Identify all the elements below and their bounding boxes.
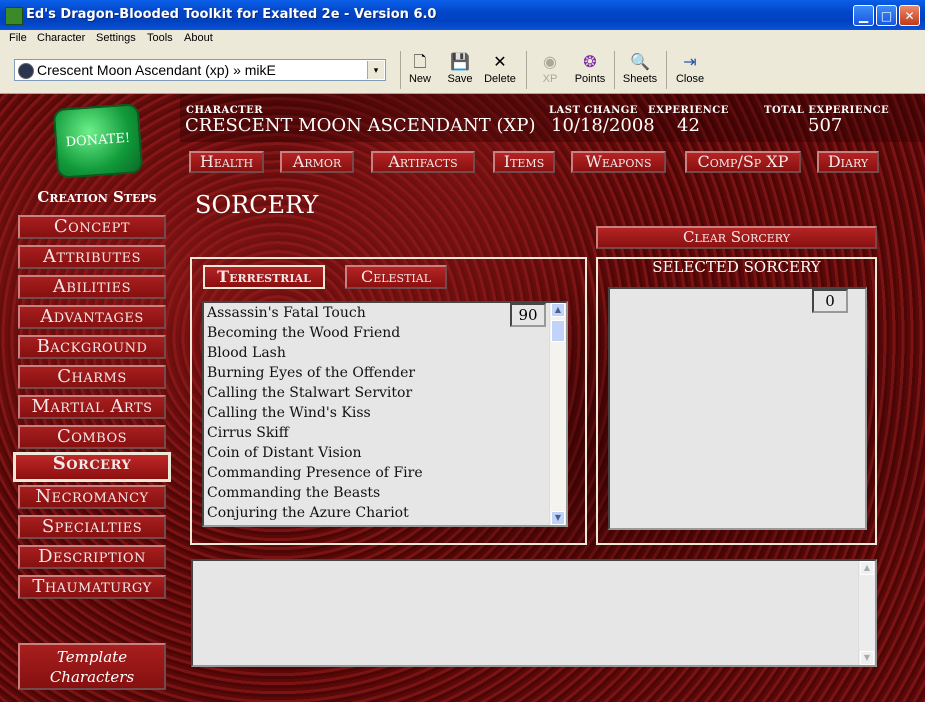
step-charms[interactable]: Charms: [18, 365, 166, 389]
points-label: Points: [574, 73, 606, 85]
creation-steps-title: Creation Steps: [37, 188, 157, 206]
sheets-icon: 🔍: [630, 54, 650, 71]
xp-button[interactable]: ◉ XP: [528, 52, 572, 90]
step-concept[interactable]: Concept: [18, 215, 166, 239]
toolbar-separator: [666, 51, 667, 89]
step-martial-arts[interactable]: Martial Arts: [18, 395, 166, 419]
points-icon: ❂: [583, 54, 597, 71]
menu-tools[interactable]: Tools: [147, 32, 173, 44]
list-item[interactable]: Blood Lash: [204, 343, 566, 363]
menu-about[interactable]: About: [184, 32, 213, 44]
menu-character[interactable]: Character: [37, 32, 85, 44]
list-item[interactable]: Cirrus Skiff: [204, 423, 566, 443]
scroll-up-icon[interactable]: ▲: [551, 303, 565, 317]
list-item[interactable]: Conjuring the Azure Chariot: [204, 503, 566, 523]
tab-terrestrial[interactable]: Terrestrial: [203, 265, 325, 289]
tab-celestial[interactable]: Celestial: [345, 265, 447, 289]
tab-weapons[interactable]: Weapons: [571, 151, 666, 173]
scroll-down-icon[interactable]: ▼: [551, 511, 565, 525]
available-count: 90: [510, 303, 546, 327]
step-background[interactable]: Background: [18, 335, 166, 359]
list-item[interactable]: Commanding Presence of Fire: [204, 463, 566, 483]
new-label: New: [408, 73, 431, 85]
step-thaumaturgy[interactable]: Thaumaturgy: [18, 575, 166, 599]
tab-artifacts[interactable]: Artifacts: [371, 151, 475, 173]
donate-button[interactable]: DONATE!: [52, 103, 144, 179]
experience-value: 42: [677, 115, 700, 136]
sheets-label: Sheets: [622, 73, 658, 85]
template-characters-button[interactable]: Template Characters: [18, 643, 166, 690]
menu-bar: File Character Settings Tools About: [0, 30, 925, 48]
tab-comp-sp-xp[interactable]: Comp/Sp XP: [685, 151, 801, 173]
character-name: CRESCENT MOON ASCENDANT (XP): [185, 115, 536, 136]
character-select[interactable]: Crescent Moon Ascendant (xp) » mikE ▾: [14, 59, 386, 81]
step-abilities[interactable]: Abilities: [18, 275, 166, 299]
maximize-button[interactable]: □: [876, 5, 897, 26]
total-experience-value: 507: [808, 115, 843, 136]
new-button[interactable]: 🗋 New: [398, 52, 442, 90]
new-document-icon: 🗋: [413, 54, 427, 71]
description-scrollbar[interactable]: ▲ ▼: [858, 561, 875, 665]
sorcery-content: SORCERY Clear Sorcery Terrestrial Celest…: [180, 186, 915, 702]
clear-sorcery-button[interactable]: Clear Sorcery: [596, 226, 877, 249]
character-header: CHARACTER CRESCENT MOON ASCENDANT (XP) L…: [180, 94, 925, 142]
tab-health[interactable]: Health: [189, 151, 264, 173]
step-advantages[interactable]: Advantages: [18, 305, 166, 329]
tab-diary[interactable]: Diary: [817, 151, 879, 173]
main-area: CHARACTER CRESCENT MOON ASCENDANT (XP) L…: [0, 94, 925, 702]
exit-door-icon: ⇥: [683, 54, 697, 71]
menu-settings[interactable]: Settings: [96, 32, 136, 44]
list-item[interactable]: Commanding the Beasts: [204, 483, 566, 503]
scroll-down-icon[interactable]: ▼: [860, 651, 874, 665]
step-combos[interactable]: Combos: [18, 425, 166, 449]
delete-label: Delete: [484, 73, 516, 85]
selected-sorcery-list[interactable]: 0: [608, 287, 867, 530]
scroll-up-icon[interactable]: ▲: [860, 561, 874, 575]
toolbar-separator: [526, 51, 527, 89]
close-window-button[interactable]: ✕: [899, 5, 920, 26]
delete-button[interactable]: ✕ Delete: [478, 52, 522, 90]
title-bar: Ed's Dragon-Blooded Toolkit for Exalted …: [0, 0, 925, 30]
list-item[interactable]: Coin of Distant Vision: [204, 443, 566, 463]
page-title: SORCERY: [195, 191, 319, 219]
tab-armor[interactable]: Armor: [280, 151, 354, 173]
close-button[interactable]: ⇥ Close: [668, 52, 712, 90]
step-necromancy[interactable]: Necromancy: [18, 485, 166, 509]
step-specialties[interactable]: Specialties: [18, 515, 166, 539]
minimize-button[interactable]: ▁: [853, 5, 874, 26]
save-label: Save: [447, 73, 473, 85]
character-icon: [18, 63, 34, 79]
floppy-disk-icon: 💾: [450, 54, 470, 71]
list-item[interactable]: Calling the Stalwart Servitor: [204, 383, 566, 403]
description-box[interactable]: ▲ ▼: [191, 559, 877, 667]
last-change-value: 10/18/2008: [551, 115, 655, 136]
selected-count: 0: [812, 289, 848, 313]
step-sorcery[interactable]: Sorcery: [13, 452, 171, 482]
tab-items[interactable]: Items: [493, 151, 555, 173]
xp-label: XP: [542, 73, 558, 85]
menu-file[interactable]: File: [9, 32, 27, 44]
list-item[interactable]: Calling the Wind's Kiss: [204, 403, 566, 423]
selected-sorcery-title: SELECTED SORCERY: [652, 258, 821, 276]
window-title: Ed's Dragon-Blooded Toolkit for Exalted …: [26, 7, 437, 22]
toolbar: Crescent Moon Ascendant (xp) » mikE ▾ 🗋 …: [0, 48, 925, 94]
character-select-value: Crescent Moon Ascendant (xp) » mikE: [37, 62, 276, 78]
chevron-down-icon[interactable]: ▾: [367, 61, 384, 79]
list-scrollbar[interactable]: ▲ ▼: [549, 303, 566, 525]
x-icon: ✕: [493, 54, 507, 71]
list-item[interactable]: Burning Eyes of the Offender: [204, 363, 566, 383]
step-description[interactable]: Description: [18, 545, 166, 569]
xp-icon: ◉: [543, 54, 557, 71]
save-button[interactable]: 💾 Save: [438, 52, 482, 90]
step-attributes[interactable]: Attributes: [18, 245, 166, 269]
sorcery-list[interactable]: Assassin's Fatal Touch Becoming the Wood…: [202, 301, 568, 527]
close-label: Close: [675, 73, 705, 85]
points-button[interactable]: ❂ Points: [568, 52, 612, 90]
toolbar-separator: [614, 51, 615, 89]
scroll-thumb[interactable]: [551, 320, 565, 342]
dragon-app-icon[interactable]: [5, 7, 23, 25]
sheets-button[interactable]: 🔍 Sheets: [618, 52, 662, 90]
